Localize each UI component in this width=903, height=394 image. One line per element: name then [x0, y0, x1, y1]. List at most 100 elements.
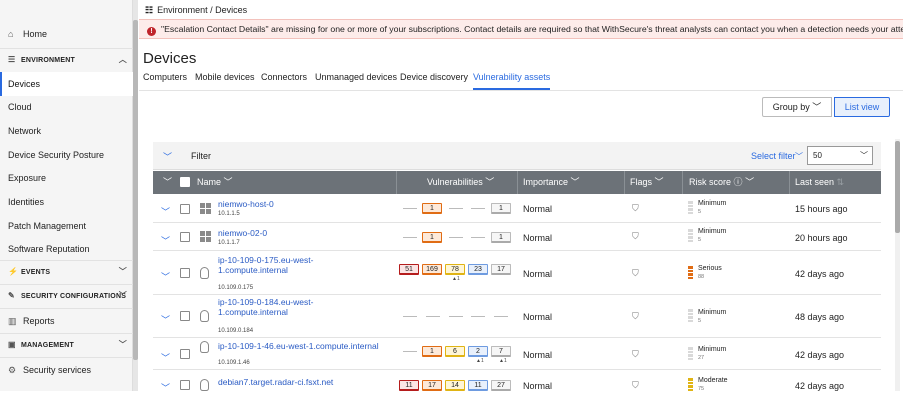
sidebar-scrollbar-thumb[interactable] — [133, 20, 138, 360]
group-by-button[interactable]: Group by ﹀ — [762, 97, 832, 117]
vuln-empty — [471, 208, 485, 209]
sidebar-item-devices[interactable]: Devices — [0, 72, 133, 96]
sidebar-item-security-services[interactable]: ⚙ Security services — [0, 357, 133, 381]
chevron-down-icon[interactable]: ﹀ — [161, 351, 170, 364]
tab-computers[interactable]: Computers — [143, 72, 187, 90]
chevron-down-icon[interactable]: ﹀ — [161, 381, 170, 394]
vuln-high-count: 17 — [422, 380, 442, 391]
chevron-down-icon[interactable]: ﹀ — [161, 205, 170, 218]
select-all-checkbox[interactable] — [180, 177, 190, 187]
sidebar-section-management[interactable]: ▣ MANAGEMENT ﹀ — [0, 333, 133, 355]
chevron-down-icon: ﹀ — [118, 291, 127, 300]
risk-bar — [688, 309, 693, 322]
chevron-down-icon[interactable]: ﹀ — [161, 270, 170, 283]
vuln-empty — [449, 237, 463, 238]
column-header-name[interactable]: Name ﹀ — [197, 171, 233, 194]
vuln-info-count: 1 — [491, 232, 511, 243]
device-name-link[interactable]: niemwo-host-0 — [218, 199, 274, 209]
last-seen: 42 days ago — [795, 350, 845, 360]
sidebar-item-patch-management[interactable]: Patch Management — [0, 214, 133, 238]
column-header-vulnerabilities[interactable]: Vulnerabilities ﹀ — [427, 171, 494, 194]
tab-device-discovery[interactable]: Device discovery — [400, 72, 468, 90]
tab-mobile-devices[interactable]: Mobile devices — [195, 72, 255, 90]
sidebar-item-label: Identities — [8, 197, 45, 207]
device-name-link[interactable]: ip-10-109-1-46.eu-west-1.compute.interna… — [218, 341, 379, 351]
sidebar-item-label: Cloud — [8, 102, 32, 112]
sidebar-item-network[interactable]: Network — [0, 119, 133, 143]
device-name-link[interactable]: debian7.target.radar-ci.fsxt.net — [218, 377, 333, 387]
sidebar-item-label: Patch Management — [8, 221, 87, 231]
risk-label: Minimum — [698, 200, 727, 207]
group-by-label: Group by — [772, 102, 810, 112]
importance: Normal — [523, 204, 553, 214]
row-checkbox[interactable] — [180, 349, 190, 359]
risk-value: 5 — [698, 209, 702, 215]
column-label: Name — [197, 177, 222, 187]
sidebar-section-events[interactable]: ⚡ EVENTS ﹀ — [0, 260, 133, 282]
main-scrollbar-thumb[interactable] — [895, 141, 900, 233]
sidebar-section-environment[interactable]: ☰ ENVIRONMENT ︿ — [0, 48, 133, 70]
risk-value: 27 — [698, 355, 705, 361]
device-name-link[interactable]: 1.compute.internal — [218, 307, 288, 317]
sidebar-item-identities[interactable]: Identities — [0, 190, 133, 214]
risk-label: Minimum — [698, 346, 727, 353]
device-ip: 10.109.0.184 — [218, 328, 254, 334]
chevron-down-icon: ﹀ — [812, 102, 822, 112]
tab-connectors[interactable]: Connectors — [261, 72, 307, 90]
row-checkbox[interactable] — [180, 232, 190, 242]
windows-icon — [200, 203, 211, 214]
chevron-down-icon[interactable]: ﹀ — [163, 171, 172, 194]
row-checkbox[interactable] — [180, 311, 190, 321]
linux-icon — [200, 379, 209, 391]
section-label: ENVIRONMENT — [21, 57, 75, 64]
column-divider — [396, 171, 397, 194]
sidebar-section-security-configurations[interactable]: ✎ SECURITY CONFIGURATIONS ﹀ — [0, 284, 133, 306]
row-checkbox[interactable] — [180, 204, 190, 214]
vuln-high-count: 169 — [422, 264, 442, 275]
vuln-critical-count: 11 — [399, 380, 419, 391]
tab-unmanaged-devices[interactable]: Unmanaged devices — [315, 72, 397, 90]
sort-icon: ⇅ — [836, 177, 845, 187]
column-header-last-seen[interactable]: Last seen ⇅ — [795, 171, 844, 194]
shield-icon: ⛉ — [632, 349, 639, 359]
row-checkbox[interactable] — [180, 380, 190, 390]
device-name-link[interactable]: niemwo-02-0 — [218, 228, 267, 238]
device-ip: 10.1.1.7 — [218, 240, 240, 246]
device-name-link[interactable]: ip-10-109-0-175.eu-west- — [218, 255, 313, 265]
risk-value: 5 — [698, 318, 702, 324]
importance: Normal — [523, 312, 553, 322]
vuln-info-count: 1 — [491, 203, 511, 214]
risk-label: Minimum — [698, 228, 727, 235]
column-header-risk-score[interactable]: Risk score ⓘ ﹀ — [689, 171, 754, 194]
filter-label[interactable]: Filter — [191, 151, 211, 161]
row-checkbox[interactable] — [180, 268, 190, 278]
column-header-importance[interactable]: Importance ﹀ — [523, 171, 580, 194]
select-filter-link[interactable]: Select filter — [751, 151, 796, 161]
chevron-down-icon: ﹀ — [223, 177, 233, 187]
device-name-link[interactable]: ip-10-109-0-184.eu-west- — [218, 297, 313, 307]
tab-vulnerability-assets[interactable]: Vulnerability assets — [473, 72, 551, 90]
sidebar-item-home[interactable]: ⌂ Home — [0, 22, 133, 46]
vuln-critical-count: 51 — [399, 264, 419, 275]
risk-value: 5 — [698, 237, 702, 243]
shield-icon: ⛉ — [632, 203, 639, 213]
chevron-down-icon[interactable]: ﹀ — [161, 313, 170, 326]
column-header-flags[interactable]: Flags ﹀ — [630, 171, 664, 194]
importance: Normal — [523, 269, 553, 279]
chevron-down-icon[interactable]: ﹀ — [161, 234, 170, 247]
sidebar-item-exposure[interactable]: Exposure — [0, 166, 133, 190]
chevron-down-icon[interactable]: ﹀ — [163, 150, 172, 163]
sidebar-item-reports[interactable]: ▥ Reports — [0, 308, 133, 332]
vuln-info-count: 7 — [491, 346, 511, 357]
breadcrumb[interactable]: ☷ Environment / Devices — [145, 3, 247, 17]
sidebar-item-cloud[interactable]: Cloud — [0, 95, 133, 119]
vuln-trend: ▲1 — [452, 276, 460, 282]
sidebar-item-software-reputation[interactable]: Software Reputation — [0, 237, 133, 261]
row-divider — [153, 294, 881, 295]
device-name-link[interactable]: 1.compute.internal — [218, 265, 288, 275]
sidebar-item-device-security-posture[interactable]: Device Security Posture — [0, 143, 133, 167]
list-view-button[interactable]: List view — [834, 97, 890, 117]
chevron-down-icon[interactable]: ﹀ — [795, 151, 803, 162]
sidebar-item-label: Home — [23, 29, 48, 39]
info-icon[interactable]: ⓘ — [734, 177, 743, 187]
